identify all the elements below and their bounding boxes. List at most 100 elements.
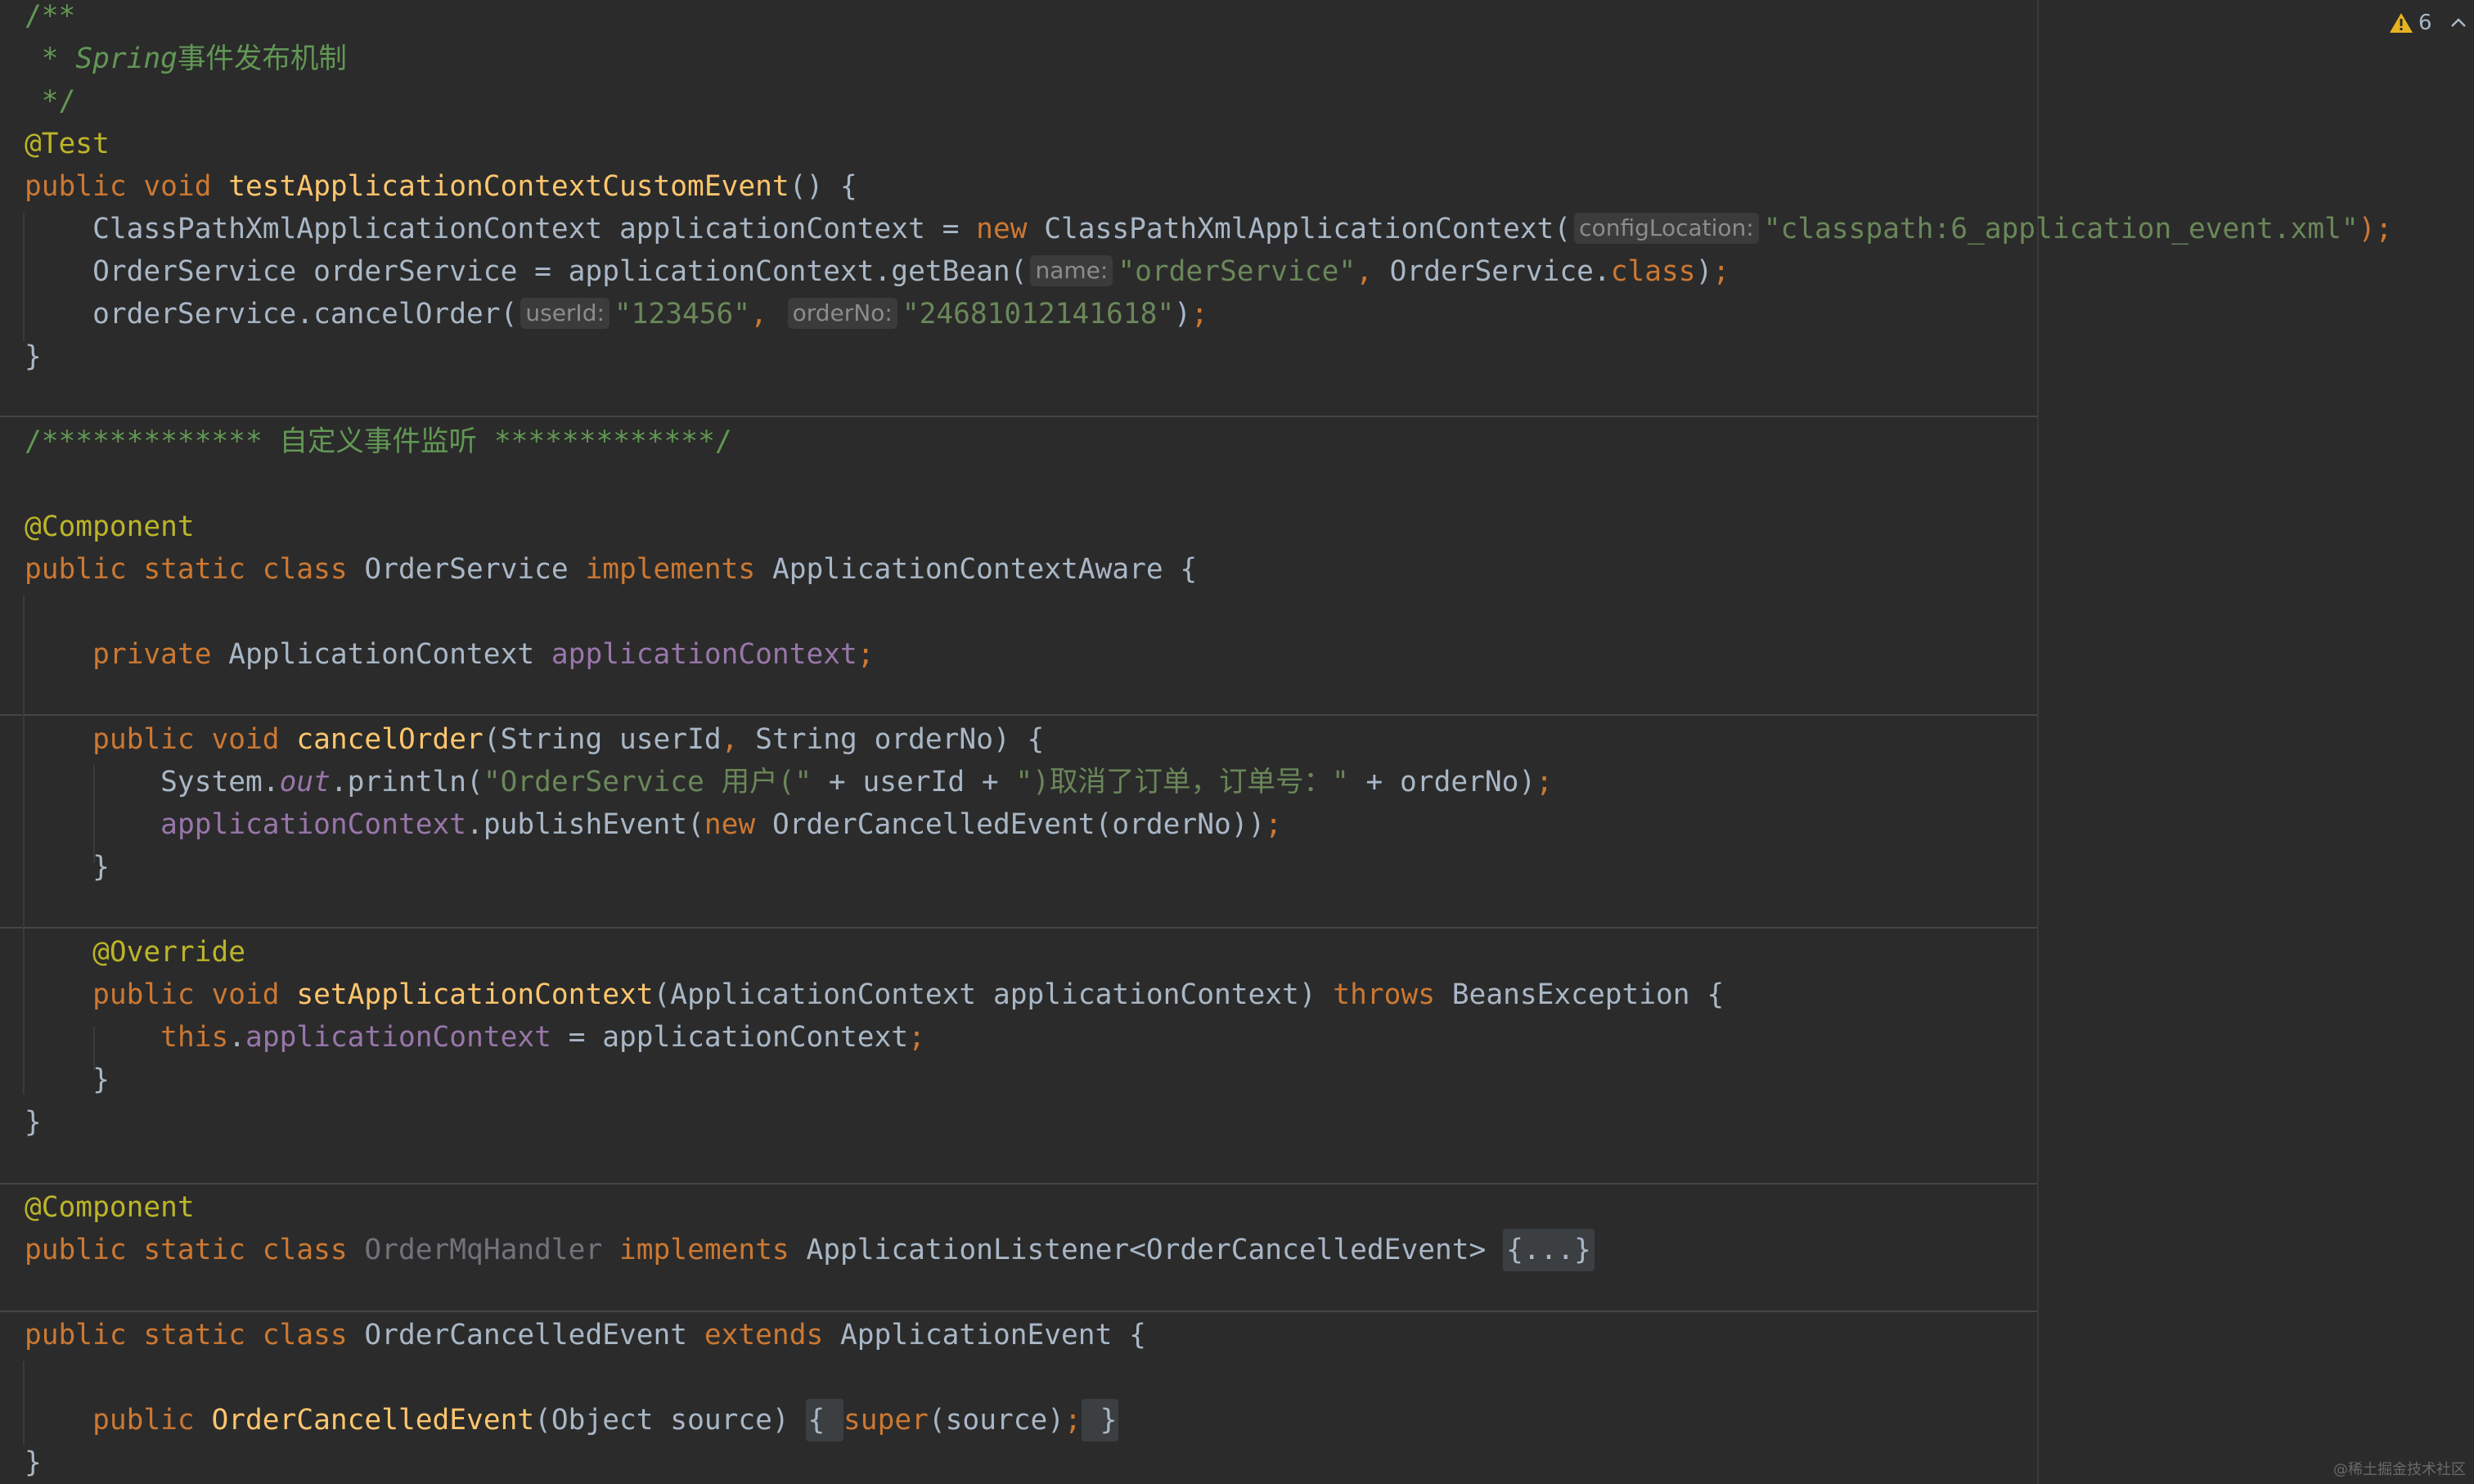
code-token: extends — [704, 1319, 841, 1351]
code-token: OrderCancelledEvent — [211, 1404, 535, 1437]
code-token: (String userId — [483, 723, 722, 756]
code-token: 事件发布机制 — [177, 43, 347, 75]
code-line[interactable]: /************* 自定义事件监听 *************/ — [25, 420, 732, 463]
method-separator — [0, 1311, 2037, 1312]
code-token: applicationContext — [245, 1021, 551, 1054]
code-line[interactable]: public void testApplicationContextCustom… — [25, 165, 857, 208]
code-token: String orderNo) { — [755, 723, 1045, 756]
code-token: testApplicationContextCustomEvent — [228, 170, 789, 203]
code-line[interactable]: this.applicationContext = applicationCon… — [25, 1016, 925, 1059]
code-token: out — [279, 766, 331, 798]
code-token: , — [1356, 255, 1390, 288]
code-line[interactable]: System.out.println("OrderService 用户(" + … — [25, 761, 1553, 803]
chevron-up-icon[interactable] — [2449, 13, 2468, 33]
code-line[interactable]: * Spring事件发布机制 — [25, 38, 347, 80]
code-token: */ — [25, 85, 76, 118]
code-line[interactable]: orderService.cancelOrder(userId: "123456"… — [25, 293, 1208, 335]
code-token: ) — [1174, 298, 1191, 331]
inspection-widget[interactable]: 6 — [2389, 7, 2468, 39]
folded-code-block[interactable]: {...} — [1503, 1229, 1595, 1271]
folded-code-block[interactable]: { — [806, 1399, 844, 1441]
code-line[interactable]: @Component — [25, 1186, 195, 1229]
code-token: public static class — [25, 1234, 365, 1266]
watermark: @稀土掘金技术社区 — [2333, 1461, 2466, 1478]
code-line[interactable]: public void setApplicationContext(Applic… — [25, 974, 1724, 1016]
code-line[interactable]: public void cancelOrder(String userId, S… — [25, 718, 1044, 761]
method-separator — [0, 1183, 2037, 1185]
code-token: applicationContext — [551, 638, 857, 671]
code-token: "orderService" — [1118, 255, 1356, 288]
code-line[interactable]: public static class OrderCancelledEvent … — [25, 1314, 1146, 1356]
code-line[interactable]: ClassPathXmlApplicationContext applicati… — [25, 208, 2392, 250]
code-line[interactable]: } — [25, 335, 42, 378]
code-line[interactable]: } — [25, 1059, 110, 1101]
code-line[interactable]: OrderService orderService = applicationC… — [25, 250, 1730, 293]
code-token: } — [25, 1064, 110, 1096]
code-token: () { — [789, 170, 857, 203]
code-line[interactable]: } — [25, 1101, 42, 1144]
method-separator — [0, 416, 2037, 417]
code-line[interactable]: public static class OrderMqHandler imple… — [25, 1229, 1595, 1271]
code-token: class — [1610, 255, 1696, 288]
code-token: @Test — [25, 128, 110, 160]
code-token: ); — [2358, 213, 2393, 245]
code-token: , — [721, 723, 756, 756]
parameter-hint: name: — [1030, 255, 1113, 286]
code-token: implements — [618, 1234, 807, 1266]
code-token: (Object source) — [534, 1404, 807, 1437]
code-line[interactable]: private ApplicationContext applicationCo… — [25, 633, 875, 676]
code-token: ; — [1265, 808, 1283, 841]
code-editor[interactable]: /** * Spring事件发布机制 */ @Test public void te… — [0, 0, 2474, 1484]
code-token: (source) — [928, 1404, 1065, 1437]
code-token: OrderService orderService = applicationC… — [25, 255, 1028, 288]
code-token: /** — [25, 0, 76, 33]
code-line[interactable]: @Component — [25, 506, 195, 548]
code-token: public void — [25, 723, 297, 756]
code-token: new — [704, 808, 772, 841]
code-token: cancelOrder — [296, 723, 484, 756]
parameter-hint: orderNo: — [787, 298, 897, 329]
code-line[interactable]: } — [25, 846, 110, 888]
code-token: } — [25, 340, 42, 373]
code-token: ; — [857, 638, 875, 671]
code-token: setApplicationContext — [296, 978, 654, 1011]
code-token: ; — [1064, 1404, 1082, 1437]
code-token: ApplicationEvent { — [840, 1319, 1146, 1351]
folded-code-block[interactable]: } — [1081, 1399, 1119, 1441]
code-line[interactable]: } — [25, 1441, 42, 1484]
code-token: public void — [25, 170, 229, 203]
code-token: ClassPathXmlApplicationContext applicati… — [25, 213, 977, 245]
code-line[interactable]: public OrderCancelledEvent(Object source… — [25, 1399, 1119, 1441]
code-token: implements — [585, 553, 772, 586]
code-line[interactable]: public static class OrderService impleme… — [25, 548, 1197, 591]
code-token: ")取消了订单，订单号：" — [1015, 766, 1349, 798]
code-token: super — [843, 1404, 929, 1437]
code-token: Spring — [75, 43, 178, 75]
code-token: ; — [1190, 298, 1208, 331]
code-token: "24681012141618" — [902, 298, 1175, 331]
method-separator — [0, 714, 2037, 716]
code-token: ClassPathXmlApplicationContext( — [1044, 213, 1572, 245]
code-token: "classpath:6_application_event.xml" — [1763, 213, 2359, 245]
code-line[interactable]: @Test — [25, 123, 110, 165]
warning-triangle-icon — [2390, 13, 2413, 33]
code-token: ; — [908, 1021, 925, 1054]
code-token: ) — [1695, 255, 1713, 288]
code-token: @Component — [25, 510, 195, 543]
code-token: public static class — [25, 1319, 365, 1351]
code-line[interactable]: /** — [25, 0, 75, 38]
code-token: ; — [1712, 255, 1730, 288]
code-token: "123456" — [614, 298, 751, 331]
code-token: + userId + — [812, 766, 1016, 798]
code-token: .publishEvent( — [466, 808, 704, 841]
code-line[interactable]: @Override — [25, 931, 245, 974]
code-token: "OrderService 用户(" — [483, 766, 812, 798]
code-token: .println( — [330, 766, 484, 798]
code-token: System. — [25, 766, 280, 798]
code-token: , — [750, 298, 785, 331]
code-token: . — [228, 1021, 246, 1054]
parameter-hint: configLocation: — [1574, 213, 1759, 244]
code-line[interactable]: applicationContext.publishEvent(new Orde… — [25, 803, 1282, 846]
parameter-hint: userId: — [520, 298, 610, 329]
code-line[interactable]: */ — [25, 80, 76, 123]
